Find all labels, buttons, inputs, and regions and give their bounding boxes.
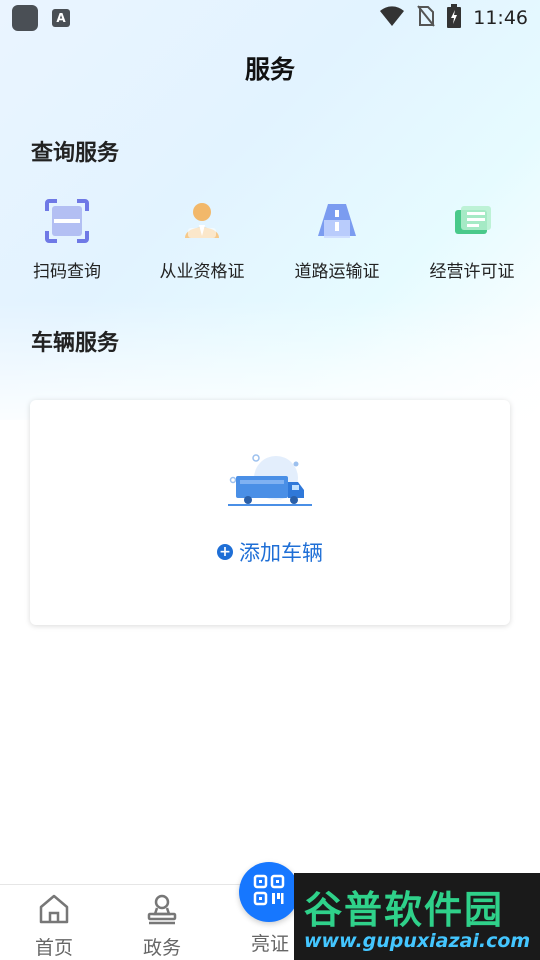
service-item-qualification-cert[interactable]: 从业资格证	[137, 195, 267, 282]
watermark-url: www.gupuxiazai.com	[304, 930, 531, 952]
nav-item-home[interactable]: 首页	[0, 885, 108, 960]
battery-charging-icon	[447, 4, 462, 32]
vehicle-services-title: 车辆服务	[31, 331, 120, 356]
service-item-road-transport-cert[interactable]: 道路运输证	[272, 195, 402, 282]
truck-icon	[228, 452, 312, 508]
road-transport-cert-icon	[311, 195, 363, 247]
qualification-cert-icon	[176, 195, 228, 247]
watermark-title: 谷普软件园	[304, 888, 505, 932]
service-item-business-license[interactable]: 经营许可证	[407, 195, 537, 282]
scan-query-icon	[41, 195, 93, 247]
status-time: 11:46	[473, 7, 528, 29]
show-cert-fab[interactable]	[239, 862, 299, 922]
watermark: 谷普软件园 www.gupuxiazai.com	[294, 873, 540, 960]
query-services-title: 查询服务	[31, 141, 120, 166]
home-icon	[37, 893, 71, 929]
page-title: 服务	[244, 55, 295, 84]
add-icon: +	[217, 544, 233, 560]
wifi-icon	[379, 5, 405, 31]
add-vehicle-button[interactable]: + 添加车辆	[30, 537, 510, 567]
status-left: A	[12, 5, 70, 31]
nav-label: 政务	[142, 937, 181, 959]
status-bar: A 11:46	[0, 0, 540, 36]
nav-label: 亮证	[250, 933, 289, 955]
government-icon	[145, 893, 179, 929]
vehicle-card: + 添加车辆	[30, 400, 510, 625]
service-label: 扫码查询	[33, 262, 101, 282]
qr-code-icon	[252, 873, 286, 911]
service-label: 道路运输证	[294, 262, 380, 282]
nav-label: 首页	[34, 937, 73, 959]
service-label: 经营许可证	[429, 262, 515, 282]
service-item-scan-query[interactable]: 扫码查询	[2, 195, 132, 282]
no-sim-icon	[417, 5, 436, 31]
nav-item-government[interactable]: 政务	[108, 885, 216, 960]
add-vehicle-label: 添加车辆	[239, 541, 323, 565]
status-right: 11:46	[379, 4, 528, 32]
font-icon: A	[52, 9, 70, 27]
business-license-icon	[446, 195, 498, 247]
app-icon	[12, 5, 38, 31]
service-label: 从业资格证	[159, 262, 245, 282]
